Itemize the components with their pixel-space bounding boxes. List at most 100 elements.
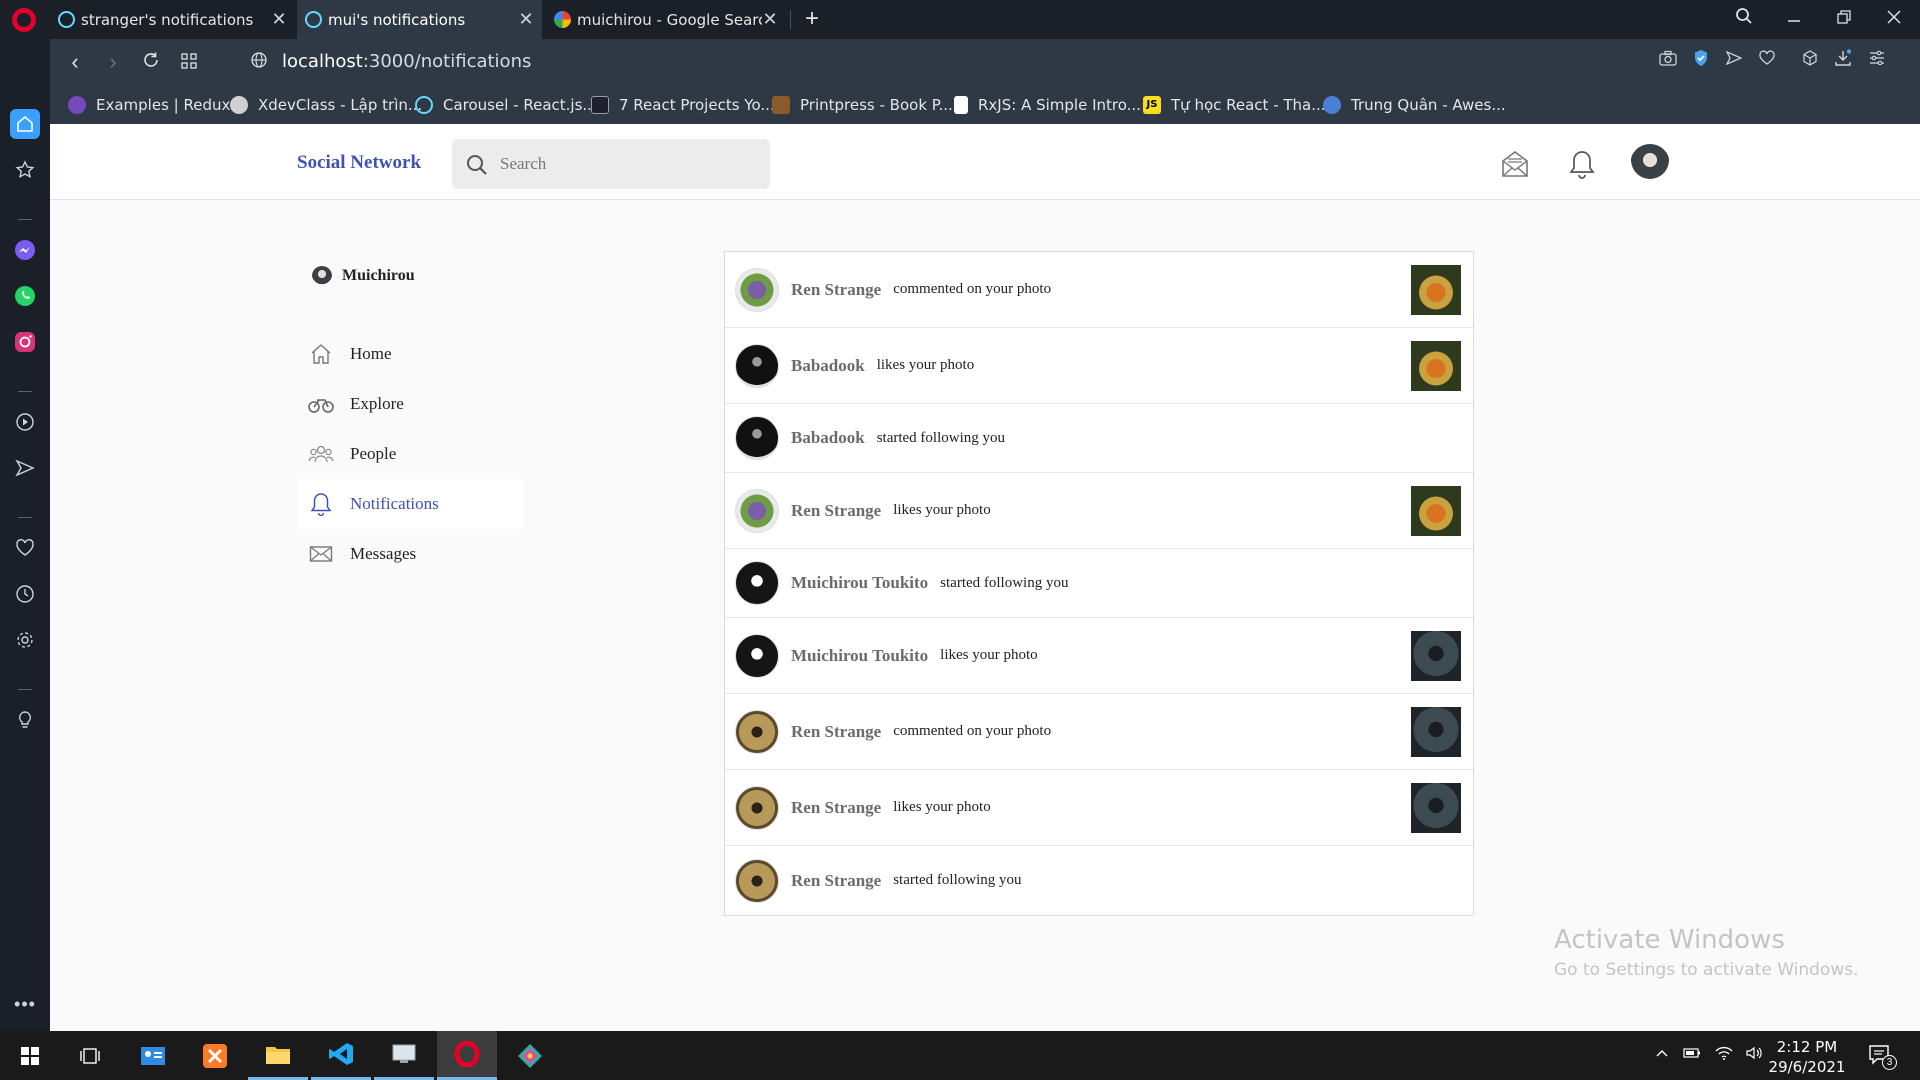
bookmark-rxjs[interactable]: RxJS: A Simple Intro... [954, 93, 1141, 117]
photo-thumbnail[interactable] [1411, 706, 1461, 757]
bookmark-tu-hoc-react[interactable]: JS Tự học React - Tha... [1143, 93, 1326, 117]
heart-icon[interactable] [1754, 49, 1780, 75]
forward-button[interactable]: › [98, 47, 128, 77]
sidebar-item-explore[interactable]: Explore [298, 379, 524, 429]
list-item[interactable]: Ren Strange likes your photo [725, 473, 1473, 549]
search-tabs-icon[interactable] [1722, 4, 1766, 34]
avatar[interactable] [735, 561, 779, 605]
sidebar-item-people[interactable]: People [298, 429, 524, 479]
history-clock-icon[interactable] [10, 579, 40, 609]
bookmark-carousel[interactable]: Carousel - React.js... [415, 93, 597, 117]
minimize-button[interactable] [1772, 4, 1816, 34]
easy-setup-icon[interactable] [1864, 49, 1890, 75]
search-box[interactable] [452, 139, 770, 189]
opera-menu-icon[interactable] [12, 8, 36, 32]
close-icon[interactable]: ✕ [518, 9, 534, 30]
list-item[interactable]: Ren Strange started following you [725, 846, 1473, 915]
url-field[interactable]: localhost:3000/notifications [282, 51, 531, 72]
close-window-button[interactable] [1872, 4, 1916, 34]
photo-thumbnail[interactable] [1411, 340, 1461, 391]
tab-strangers-notifications[interactable]: stranger's notifications ✕ [50, 0, 295, 39]
notification-user[interactable]: Babadook [791, 356, 865, 376]
task-view-button[interactable] [60, 1031, 120, 1080]
back-button[interactable]: ‹ [60, 47, 90, 77]
more-options-icon[interactable]: ••• [10, 989, 40, 1019]
messages-button[interactable] [1495, 144, 1535, 184]
taskbar-app-contacts[interactable] [123, 1031, 183, 1080]
sidebar-item-messages[interactable]: Messages [298, 529, 524, 579]
taskbar-app-vscode[interactable] [311, 1031, 371, 1080]
avatar[interactable] [735, 416, 779, 460]
camera-icon[interactable] [1655, 49, 1681, 75]
notification-user[interactable]: Muichirou Toukito [791, 573, 928, 593]
messenger-icon[interactable] [10, 235, 40, 265]
avatar[interactable] [735, 785, 779, 830]
list-item[interactable]: Babadook started following you [725, 404, 1473, 473]
start-button[interactable] [0, 1031, 60, 1080]
home-icon[interactable] [10, 109, 40, 139]
close-icon[interactable]: ✕ [271, 9, 287, 30]
taskbar-app-opera[interactable] [437, 1031, 497, 1080]
settings-gear-icon[interactable] [10, 625, 40, 655]
profile-link[interactable]: Muichirou [312, 266, 415, 286]
taskbar-app-remote[interactable] [374, 1031, 434, 1080]
photo-thumbnail[interactable] [1411, 782, 1461, 833]
notification-user[interactable]: Babadook [791, 428, 865, 448]
instagram-icon[interactable] [10, 327, 40, 357]
notification-user[interactable]: Ren Strange [791, 501, 881, 521]
volume-icon[interactable] [1745, 1045, 1763, 1066]
taskbar-app-git[interactable] [500, 1031, 560, 1080]
lightbulb-icon[interactable] [10, 705, 40, 735]
taskbar-app-xampp[interactable] [185, 1031, 245, 1080]
heart-icon[interactable] [10, 533, 40, 563]
new-tab-button[interactable]: + [798, 4, 826, 34]
notification-user[interactable]: Ren Strange [791, 871, 881, 891]
photo-thumbnail[interactable] [1411, 485, 1461, 536]
avatar[interactable] [735, 858, 779, 903]
taskbar-app-file-explorer[interactable] [248, 1031, 308, 1080]
sidebar-item-notifications[interactable]: Notifications [298, 479, 524, 529]
list-item[interactable]: Ren Strange commented on your photo [725, 694, 1473, 770]
list-item[interactable]: Muichirou Toukito likes your photo [725, 618, 1473, 694]
bookmark-redux[interactable]: Examples | Redux [68, 93, 230, 117]
list-item[interactable]: Babadook likes your photo [725, 328, 1473, 404]
shield-icon[interactable] [1688, 49, 1714, 75]
send-icon[interactable] [10, 453, 40, 483]
chevron-up-icon[interactable] [1654, 1045, 1670, 1066]
speed-dial-grid-icon[interactable] [174, 47, 204, 77]
star-icon[interactable] [10, 155, 40, 185]
avatar[interactable] [735, 709, 779, 754]
bookmark-printpress[interactable]: Printpress - Book P... [772, 93, 953, 117]
avatar[interactable] [735, 488, 779, 533]
avatar[interactable] [1630, 144, 1670, 184]
bookmark-trung-quan[interactable]: Trung Quân - Awes... [1323, 93, 1506, 117]
notification-user[interactable]: Muichirou Toukito [791, 646, 928, 666]
cube-icon[interactable] [1797, 49, 1823, 75]
list-item[interactable]: Ren Strange likes your photo [725, 770, 1473, 846]
tab-google-search[interactable]: muichirou - Google Search ✕ [546, 0, 786, 39]
notifications-button[interactable] [1562, 144, 1602, 184]
tab-mui-notifications[interactable]: mui's notifications ✕ [297, 0, 542, 39]
list-item[interactable]: Ren Strange commented on your photo [725, 252, 1473, 328]
avatar[interactable] [735, 343, 779, 388]
bookmark-xdevclass[interactable]: XdevClass - Lập trìn... [230, 93, 422, 117]
send-icon[interactable] [1721, 49, 1747, 75]
avatar[interactable] [735, 267, 779, 312]
reload-button[interactable] [136, 47, 166, 77]
notification-user[interactable]: Ren Strange [791, 280, 881, 300]
list-item[interactable]: Muichirou Toukito started following you [725, 549, 1473, 618]
avatar[interactable] [735, 633, 779, 678]
photo-thumbnail[interactable] [1411, 264, 1461, 315]
site-info-globe-icon[interactable] [244, 47, 274, 77]
notification-user[interactable]: Ren Strange [791, 722, 881, 742]
notification-user[interactable]: Ren Strange [791, 798, 881, 818]
wifi-icon[interactable] [1715, 1045, 1733, 1066]
restore-button[interactable] [1822, 4, 1866, 34]
download-icon[interactable] [1830, 49, 1856, 75]
player-icon[interactable] [10, 407, 40, 437]
brand-logo[interactable]: Social Network [297, 152, 421, 174]
sidebar-item-home[interactable]: Home [298, 329, 524, 379]
close-icon[interactable]: ✕ [762, 9, 778, 30]
bookmark-react-projects[interactable]: 7 React Projects Yo... [591, 93, 775, 117]
battery-icon[interactable] [1682, 1045, 1702, 1066]
